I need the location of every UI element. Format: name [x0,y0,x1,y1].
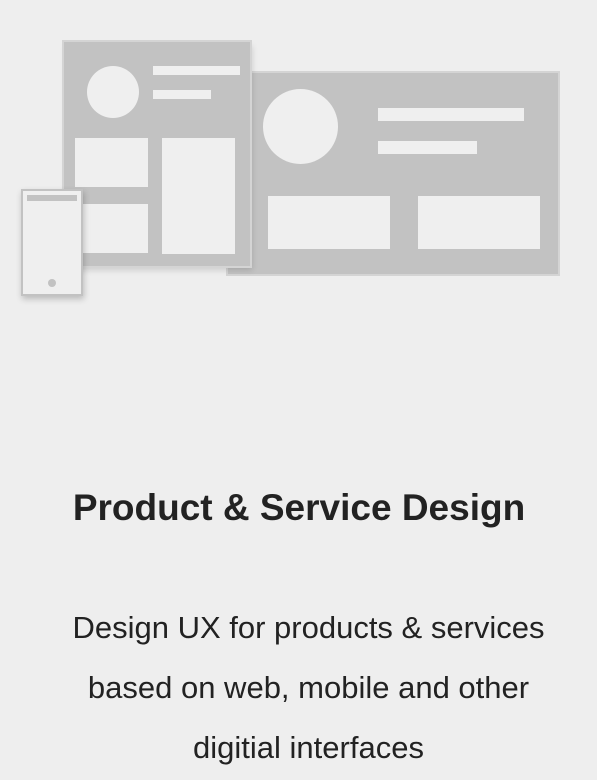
description-line: based on web, mobile and other [87,670,530,705]
tablet-subheading-placeholder [153,90,211,99]
tablet-wireframe [64,42,250,266]
description-line: digitial interfaces [193,730,424,765]
phone-header-placeholder [27,195,77,201]
phone-wireframe [21,189,83,296]
tablet-card-placeholder-right [162,138,235,254]
desktop-heading-placeholder [378,108,524,121]
desktop-avatar-placeholder [263,89,338,164]
description-line: Design UX for products & services [72,610,545,645]
desktop-subheading-placeholder [378,141,477,154]
responsive-devices-illustration [0,0,597,320]
desktop-wireframe [228,73,558,274]
phone-home-button [48,279,56,287]
section-title: Product & Service Design [72,487,526,528]
tablet-avatar-placeholder [87,66,139,118]
tablet-card-placeholder-bottom-left [75,204,148,253]
tablet-heading-placeholder [153,66,240,75]
section-description: Design UX for products & services based … [20,598,597,778]
desktop-card-placeholder-right [418,196,540,249]
desktop-card-placeholder-left [268,196,390,249]
tablet-card-placeholder-top-left [75,138,148,187]
